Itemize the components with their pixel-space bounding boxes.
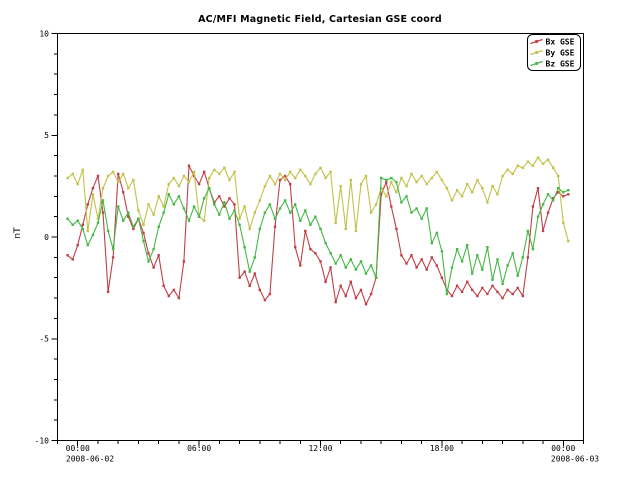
series-bz (66, 177, 569, 295)
legend-marker (535, 51, 538, 54)
axes (52, 34, 584, 447)
x-tick-label: 06:00 (187, 444, 211, 453)
x-date-left: 2008-06-02 (66, 455, 114, 464)
plot-window: AC/MFI Magnetic Field, Cartesian GSE coo… (0, 0, 640, 480)
legend-marker (535, 62, 538, 65)
series-bz-line (68, 178, 569, 294)
y-tick-label: 10 (39, 29, 49, 38)
legend-label: Bz GSE (546, 60, 575, 69)
plot-svg[interactable]: 10 5 0 -5 -10 00:00 06:00 12:00 18:00 00:00 2008-0… (0, 0, 640, 480)
y-tick-label: -5 (39, 335, 49, 344)
y-tick-label: 5 (44, 131, 49, 140)
legend-label: By GSE (546, 49, 575, 58)
legend: Bx GSE By GSE Bz GSE (528, 35, 581, 71)
y-tick-label: 0 (44, 233, 49, 242)
x-tick-label: 12:00 (308, 444, 332, 453)
x-date-right: 2008-06-03 (551, 455, 599, 464)
legend-marker (535, 40, 538, 43)
y-tick-label: -10 (35, 436, 50, 445)
series-by-line (68, 158, 569, 242)
x-tick-label: 00:00 (66, 444, 90, 453)
x-tick-label: 18:00 (430, 444, 454, 453)
legend-label: Bx GSE (546, 38, 575, 47)
tick-labels: 10 5 0 -5 -10 00:00 06:00 12:00 18:00 00:00 2008-0… (35, 29, 600, 463)
x-tick-label: 00:00 (551, 444, 575, 453)
